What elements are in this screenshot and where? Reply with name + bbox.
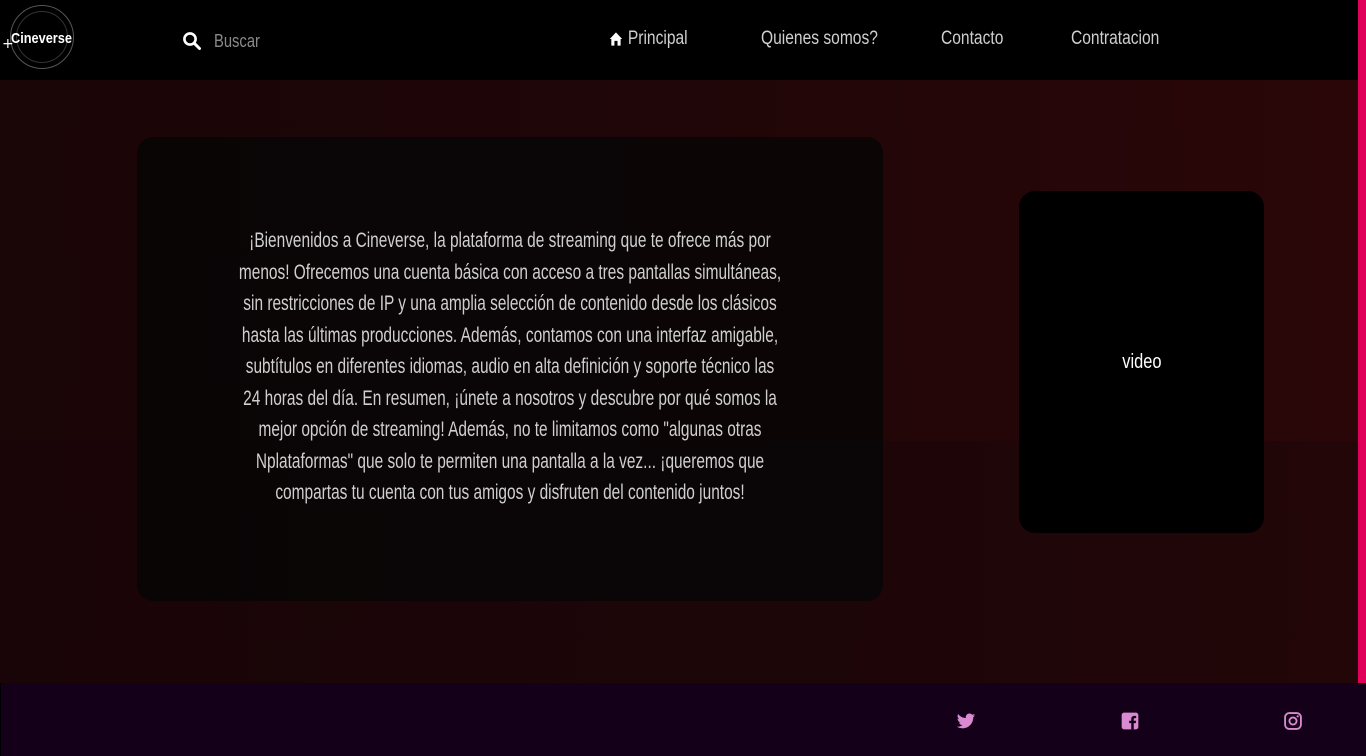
intro-text: ¡Bienvenidos a Cineverse, la plataforma … bbox=[238, 229, 782, 505]
home-icon bbox=[609, 32, 623, 46]
search-bar bbox=[182, 28, 414, 54]
intro-card: ¡Bienvenidos a Cineverse, la plataforma … bbox=[137, 137, 883, 601]
video-player[interactable]: video bbox=[1019, 191, 1264, 533]
nav-home[interactable]: Principal bbox=[609, 28, 688, 50]
nav-about[interactable]: Quienes somos? bbox=[761, 28, 878, 50]
logo[interactable]: + Cineverse bbox=[2, 5, 74, 69]
facebook-icon[interactable] bbox=[1120, 711, 1140, 731]
navbar: + Cineverse Principal Quienes somos? Con… bbox=[0, 0, 1358, 80]
nav-contact[interactable]: Contacto bbox=[941, 28, 1003, 50]
logo-text: Cineverse bbox=[11, 30, 72, 47]
accent-bar bbox=[1358, 0, 1366, 683]
instagram-icon[interactable] bbox=[1283, 711, 1303, 731]
search-icon[interactable] bbox=[182, 31, 202, 51]
twitter-icon[interactable] bbox=[956, 711, 976, 731]
footer bbox=[1, 683, 1366, 756]
nav-home-label: Principal bbox=[627, 28, 688, 49]
video-label: video bbox=[1121, 350, 1162, 373]
nav-hire[interactable]: Contratacion bbox=[1071, 28, 1159, 50]
nav-about-label: Quienes somos? bbox=[761, 28, 878, 49]
nav-contact-label: Contacto bbox=[941, 28, 1004, 49]
nav-hire-label: Contratacion bbox=[1071, 28, 1160, 49]
search-input[interactable] bbox=[214, 30, 378, 52]
